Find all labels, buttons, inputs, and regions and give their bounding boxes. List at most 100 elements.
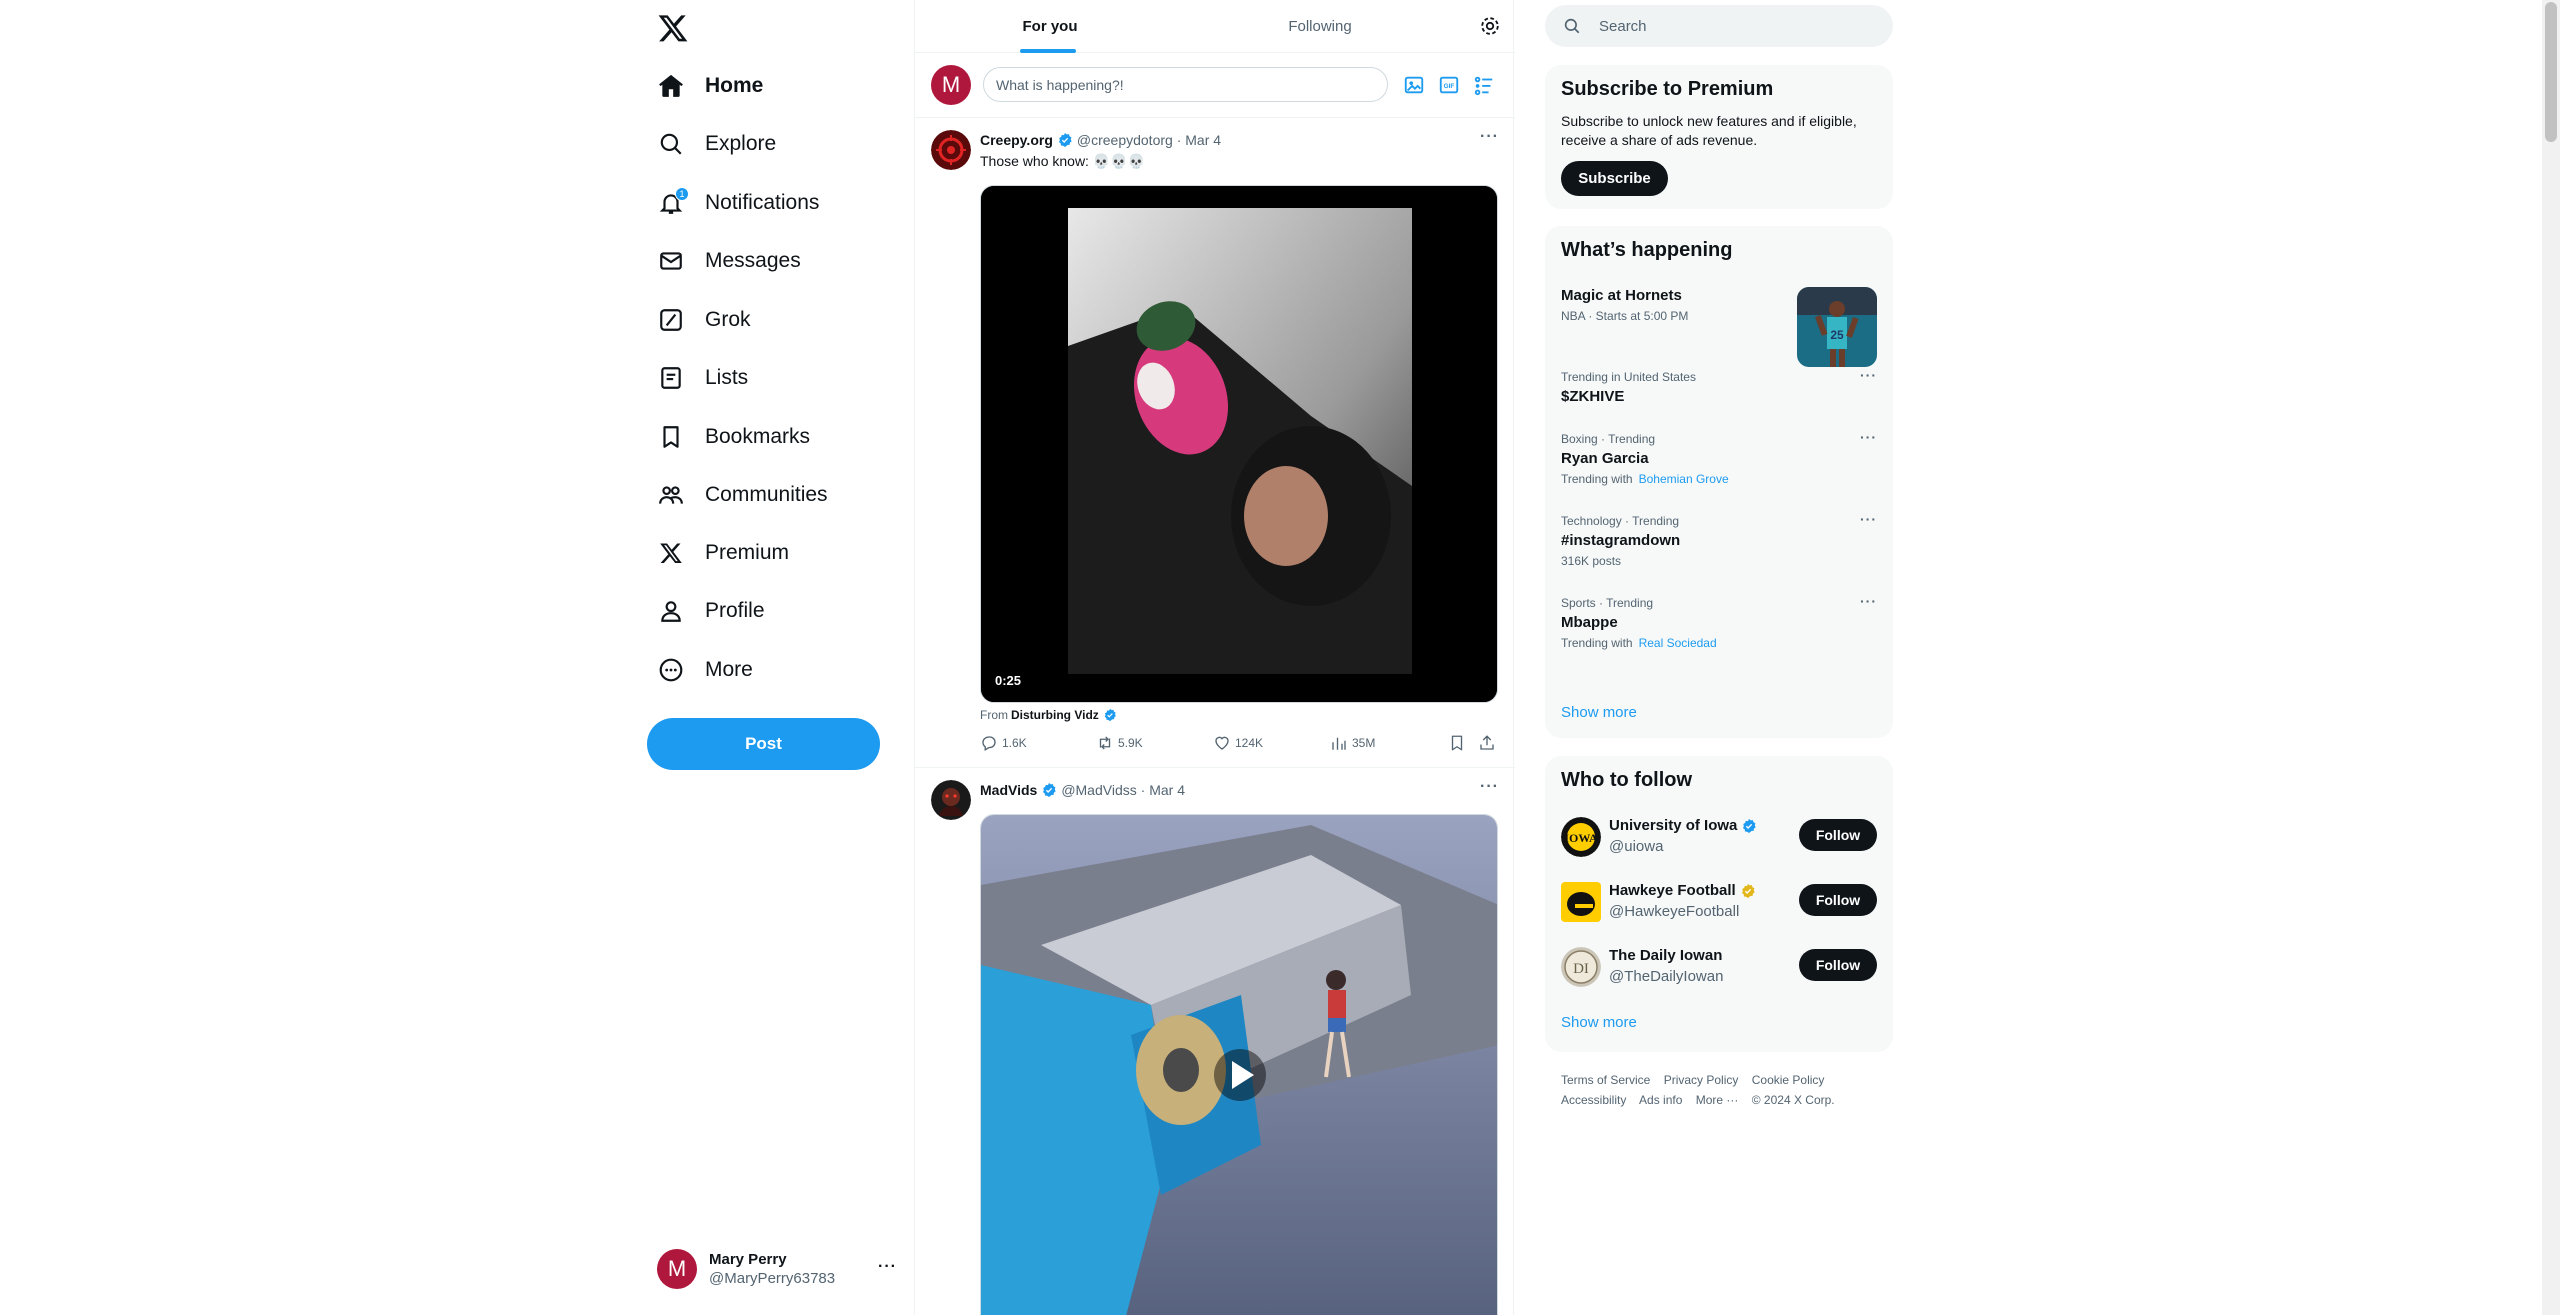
nav-bookmarks[interactable]: Bookmarks	[657, 411, 810, 463]
footer-link[interactable]: Privacy Policy	[1664, 1073, 1739, 1087]
bookmark-button[interactable]	[1448, 734, 1470, 752]
poll-icon[interactable]	[1473, 74, 1495, 96]
follow-handle: @uiowa	[1609, 838, 1664, 855]
author-handle[interactable]: @MadVidss	[1061, 782, 1136, 798]
event-title: Magic at Hornets	[1561, 287, 1682, 304]
follow-handle: @HawkeyeFootball	[1609, 903, 1740, 920]
trend-item[interactable]: Trending in United States $ZKHIVE ···	[1545, 364, 1893, 424]
footer-link[interactable]: More ···	[1696, 1093, 1739, 1107]
trend-item[interactable]: Boxing · Trending Ryan Garcia Trending w…	[1545, 426, 1893, 506]
follow-suggestion[interactable]: IOWA University of Iowa @uiowa Follow	[1545, 805, 1893, 869]
views-button[interactable]: 35M	[1330, 734, 1375, 752]
nav-lists[interactable]: Lists	[657, 352, 748, 404]
nav-premium[interactable]: Premium	[657, 527, 789, 579]
nav-explore[interactable]: Explore	[657, 118, 776, 170]
follow-button[interactable]: Follow	[1799, 949, 1877, 981]
share-icon	[1480, 735, 1494, 750]
footer-link[interactable]: Cookie Policy	[1752, 1073, 1825, 1087]
follow-name: University of Iowa	[1609, 817, 1738, 834]
verified-gold-icon	[1741, 883, 1755, 898]
nav-messages[interactable]: Messages	[657, 235, 801, 287]
trend-sub-link[interactable]: Bohemian Grove	[1639, 472, 1729, 486]
more-icon[interactable]: ···	[1860, 511, 1877, 527]
more-icon[interactable]: ···	[1480, 128, 1499, 146]
nav-communities[interactable]: Communities	[657, 469, 828, 521]
follow-name: Hawkeye Football	[1609, 882, 1736, 899]
play-icon[interactable]	[1214, 1048, 1266, 1100]
tweet[interactable]: Creepy.org @creepydotorg · Mar 4 ··· Tho…	[915, 118, 1515, 768]
svg-text:IOWA: IOWA	[1564, 831, 1598, 845]
follow-handle: @TheDailyIowan	[1609, 968, 1724, 985]
show-more-link[interactable]: Show more	[1561, 1014, 1637, 1031]
trend-title: Mbappe	[1561, 614, 1618, 631]
follow-name: The Daily Iowan	[1609, 947, 1723, 964]
tab-for-you[interactable]: For you	[915, 0, 1185, 53]
video-player[interactable]: 0:25	[980, 185, 1498, 703]
video-player[interactable]	[980, 814, 1498, 1315]
nav-profile[interactable]: Profile	[657, 585, 765, 637]
gif-icon[interactable]: GIF	[1438, 74, 1460, 96]
follow-suggestion[interactable]: DI The Daily Iowan @TheDailyIowan Follow	[1545, 935, 1893, 999]
nav-more[interactable]: More	[657, 644, 753, 696]
more-icon: ···	[878, 1258, 897, 1275]
nav-home[interactable]: Home	[657, 60, 763, 112]
show-more-link[interactable]: Show more	[1561, 704, 1637, 721]
image-icon[interactable]	[1403, 74, 1425, 96]
subscribe-button[interactable]: Subscribe	[1561, 161, 1668, 196]
follow-button[interactable]: Follow	[1799, 819, 1877, 851]
scrollbar-thumb[interactable]	[2545, 2, 2557, 142]
x-logo-icon[interactable]	[657, 12, 689, 44]
tweet-date[interactable]: Mar 4	[1149, 782, 1185, 798]
section-title: Who to follow	[1561, 769, 1693, 791]
more-icon[interactable]: ···	[1860, 593, 1877, 609]
author-name[interactable]: MadVids	[980, 782, 1037, 798]
search-input[interactable]	[1599, 5, 1879, 47]
search-bar[interactable]	[1545, 5, 1893, 47]
repost-button[interactable]: 5.9K	[1096, 734, 1143, 752]
more-icon[interactable]: ···	[1480, 778, 1499, 796]
footer-link[interactable]: Ads info	[1639, 1093, 1682, 1107]
tweet[interactable]: MadVids @MadVidss · Mar 4 ···	[915, 768, 1515, 1315]
post-button[interactable]: Post	[647, 718, 880, 770]
nav-label: Premium	[705, 541, 790, 564]
nav-label: Bookmarks	[705, 425, 811, 448]
follow-name-row: Hawkeye Football	[1609, 882, 1760, 899]
source-attribution: From Disturbing Vidz	[980, 708, 1121, 722]
author-name[interactable]: Creepy.org	[980, 132, 1053, 148]
trend-context: Technology · Trending	[1561, 514, 1680, 528]
account-switcher[interactable]: M Mary Perry @MaryPerry63783 ···	[657, 1246, 897, 1292]
nav-label: Grok	[705, 308, 751, 331]
compose-input[interactable]	[983, 67, 1388, 102]
tweet-avatar[interactable]	[931, 130, 971, 170]
reply-button[interactable]: 1.6K	[980, 734, 1027, 752]
nav-grok[interactable]: Grok	[657, 294, 751, 346]
trend-item[interactable]: Technology · Trending #instagramdown 316…	[1545, 508, 1893, 588]
search-icon	[657, 130, 685, 158]
bookmark-icon	[1451, 735, 1463, 751]
bell-icon: 1	[657, 187, 689, 217]
footer-link[interactable]: Terms of Service	[1561, 1073, 1650, 1087]
nav-notifications[interactable]: 1 Notifications	[657, 177, 819, 229]
trend-item[interactable]: Sports · Trending Mbappe Trending with Re…	[1545, 590, 1893, 670]
scrollbar[interactable]	[2542, 0, 2560, 1315]
like-button[interactable]: 124K	[1213, 734, 1263, 752]
follow-suggestion[interactable]: Hawkeye Football @HawkeyeFootball Follow	[1545, 870, 1893, 934]
trend-title: Ryan Garcia	[1561, 450, 1649, 467]
follow-name-row: University of Iowa	[1609, 817, 1761, 834]
reply-icon	[982, 736, 996, 751]
tab-following[interactable]: Following	[1185, 0, 1455, 53]
source-name[interactable]: Disturbing Vidz	[1011, 708, 1099, 722]
video-duration: 0:25	[995, 673, 1022, 688]
share-button[interactable]	[1478, 734, 1500, 752]
gear-icon[interactable]	[1479, 15, 1501, 37]
svg-text:25: 25	[1830, 328, 1844, 342]
tweet-avatar[interactable]	[931, 780, 971, 820]
whats-happening-card: What’s happening Magic at Hornets NBA · …	[1545, 226, 1893, 738]
more-icon[interactable]: ···	[1860, 429, 1877, 445]
more-icon[interactable]: ···	[1860, 367, 1877, 383]
follow-button[interactable]: Follow	[1799, 884, 1877, 916]
footer-link[interactable]: Accessibility	[1561, 1093, 1626, 1107]
tweet-date[interactable]: Mar 4	[1185, 132, 1221, 148]
trend-sub-link[interactable]: Real Sociedad	[1639, 636, 1717, 650]
author-handle[interactable]: @creepydotorg	[1077, 132, 1173, 148]
